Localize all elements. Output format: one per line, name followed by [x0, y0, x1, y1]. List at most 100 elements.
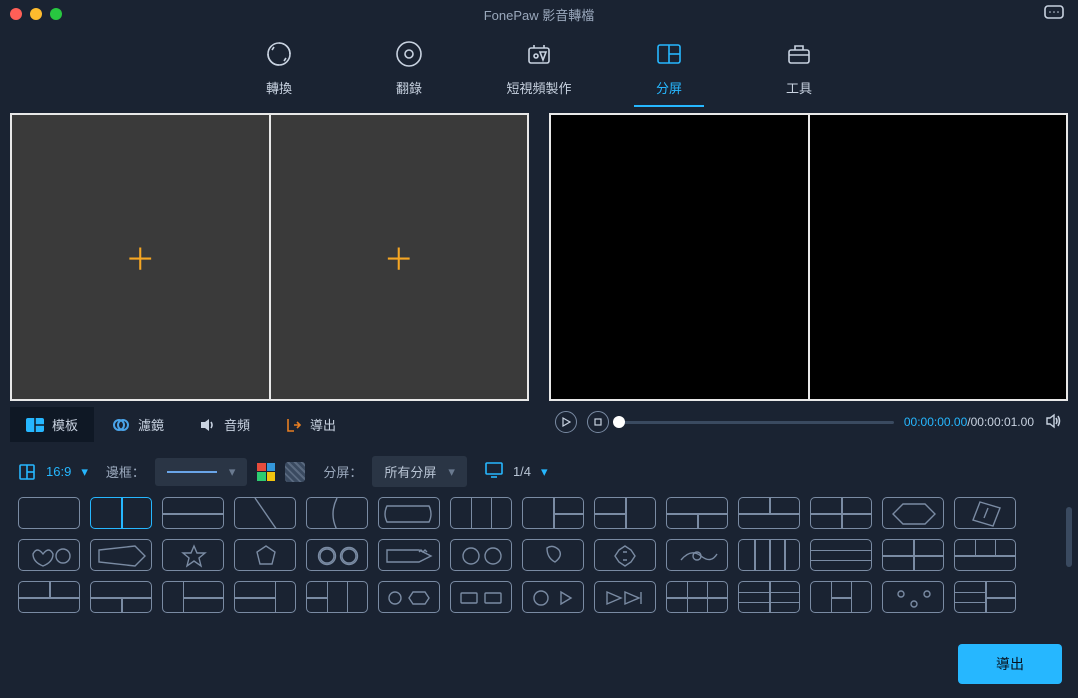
template-item[interactable] — [162, 497, 224, 529]
template-item[interactable] — [594, 497, 656, 529]
seek-thumb[interactable] — [613, 416, 625, 428]
toolbox-icon — [783, 38, 815, 70]
preview-panel: 00:00:00.00/00:00:01.00 — [549, 113, 1068, 442]
play-button[interactable] — [555, 411, 577, 433]
volume-icon[interactable] — [1044, 412, 1062, 433]
template-item[interactable] — [666, 539, 728, 571]
template-item[interactable] — [882, 497, 944, 529]
template-item[interactable] — [594, 581, 656, 613]
template-item[interactable] — [18, 539, 80, 571]
template-item[interactable] — [954, 581, 1016, 613]
maximize-window-button[interactable] — [50, 8, 62, 20]
template-item[interactable] — [18, 581, 80, 613]
template-item[interactable] — [594, 539, 656, 571]
disc-icon — [393, 38, 425, 70]
template-item[interactable] — [306, 539, 368, 571]
filter-icon — [112, 416, 130, 434]
tab-label: 短視頻製作 — [506, 78, 571, 97]
export-icon — [284, 416, 302, 434]
add-media-slot-1[interactable]: ＋ — [12, 115, 269, 399]
template-item[interactable] — [378, 539, 440, 571]
titlebar: FonePaw 影音轉檔 — [0, 0, 1078, 28]
aspect-value: 16:9 — [46, 464, 71, 479]
pattern-button[interactable] — [285, 462, 305, 482]
tab-label: 導出 — [310, 415, 336, 434]
template-item[interactable] — [234, 497, 296, 529]
edit-panel: ＋ ＋ 模板 濾鏡 音頻 導出 — [10, 113, 529, 442]
template-item[interactable] — [954, 539, 1016, 571]
edit-tabs: 模板 濾鏡 音頻 導出 — [10, 407, 529, 442]
template-item[interactable] — [810, 539, 872, 571]
template-item[interactable] — [306, 497, 368, 529]
tab-label: 濾鏡 — [138, 415, 164, 434]
minimize-window-button[interactable] — [30, 8, 42, 20]
template-grid — [18, 497, 1060, 613]
tab-filter[interactable]: 濾鏡 — [96, 407, 180, 442]
timecode: 00:00:00.00/00:00:01.00 — [904, 415, 1034, 429]
template-item[interactable] — [162, 539, 224, 571]
tab-label: 工具 — [786, 78, 812, 97]
tab-template[interactable]: 模板 — [10, 407, 94, 442]
add-media-slot-2[interactable]: ＋ — [271, 115, 528, 399]
tab-audio[interactable]: 音頻 — [182, 407, 266, 442]
tab-mv[interactable]: 短視頻製作 — [504, 38, 574, 107]
template-item[interactable] — [234, 539, 296, 571]
seek-slider[interactable] — [619, 421, 894, 424]
stop-button[interactable] — [587, 411, 609, 433]
border-style-select[interactable]: ▾ — [155, 458, 248, 486]
template-item[interactable] — [738, 497, 800, 529]
tab-tools[interactable]: 工具 — [764, 38, 834, 107]
tab-label: 翻錄 — [396, 78, 422, 97]
template-item[interactable] — [450, 497, 512, 529]
tab-splitscreen[interactable]: 分屏 — [634, 38, 704, 107]
template-item[interactable] — [882, 539, 944, 571]
edit-canvas: ＋ ＋ — [10, 113, 529, 401]
monitor-icon — [485, 462, 503, 481]
color-picker-button[interactable] — [257, 463, 275, 481]
template-item[interactable] — [882, 581, 944, 613]
template-item[interactable] — [522, 539, 584, 571]
template-item[interactable] — [810, 581, 872, 613]
template-item[interactable] — [666, 581, 728, 613]
plus-icon: ＋ — [384, 235, 414, 279]
screen-value: 1/4 — [513, 464, 531, 479]
template-item[interactable] — [522, 581, 584, 613]
split-select[interactable]: 所有分屏 ▾ — [372, 456, 467, 487]
close-window-button[interactable] — [10, 8, 22, 20]
template-item[interactable] — [738, 581, 800, 613]
template-item[interactable] — [738, 539, 800, 571]
template-item[interactable] — [378, 497, 440, 529]
template-item[interactable] — [810, 497, 872, 529]
tab-label: 模板 — [52, 415, 78, 434]
template-icon — [26, 416, 44, 434]
footer: 導出 — [0, 636, 1078, 698]
template-item[interactable] — [234, 581, 296, 613]
template-item[interactable] — [522, 497, 584, 529]
tab-label: 音頻 — [224, 415, 250, 434]
aspect-option[interactable]: 16:9 ▾ — [18, 463, 88, 481]
template-item[interactable] — [450, 539, 512, 571]
app-title: FonePaw 影音轉檔 — [484, 5, 595, 24]
tab-rip[interactable]: 翻錄 — [374, 38, 444, 107]
template-item[interactable] — [450, 581, 512, 613]
chevron-down-icon: ▾ — [81, 464, 88, 480]
template-item[interactable] — [306, 581, 368, 613]
tab-convert[interactable]: 轉換 — [244, 38, 314, 107]
export-button[interactable]: 導出 — [958, 644, 1062, 684]
template-item[interactable] — [954, 497, 1016, 529]
tab-export[interactable]: 導出 — [268, 407, 352, 442]
template-item[interactable] — [378, 581, 440, 613]
scrollbar[interactable] — [1066, 507, 1072, 567]
screen-option[interactable]: 1/4 ▾ — [485, 462, 548, 481]
template-item[interactable] — [666, 497, 728, 529]
template-item[interactable] — [90, 539, 152, 571]
template-item[interactable] — [18, 497, 80, 529]
border-label: 邊框： — [106, 462, 145, 481]
split-value: 所有分屏 — [384, 462, 436, 481]
chevron-down-icon: ▾ — [448, 464, 455, 480]
preview-slot-1 — [551, 115, 808, 399]
feedback-icon[interactable] — [1044, 5, 1064, 24]
template-item[interactable] — [90, 581, 152, 613]
template-item-selected[interactable] — [90, 497, 152, 529]
template-item[interactable] — [162, 581, 224, 613]
